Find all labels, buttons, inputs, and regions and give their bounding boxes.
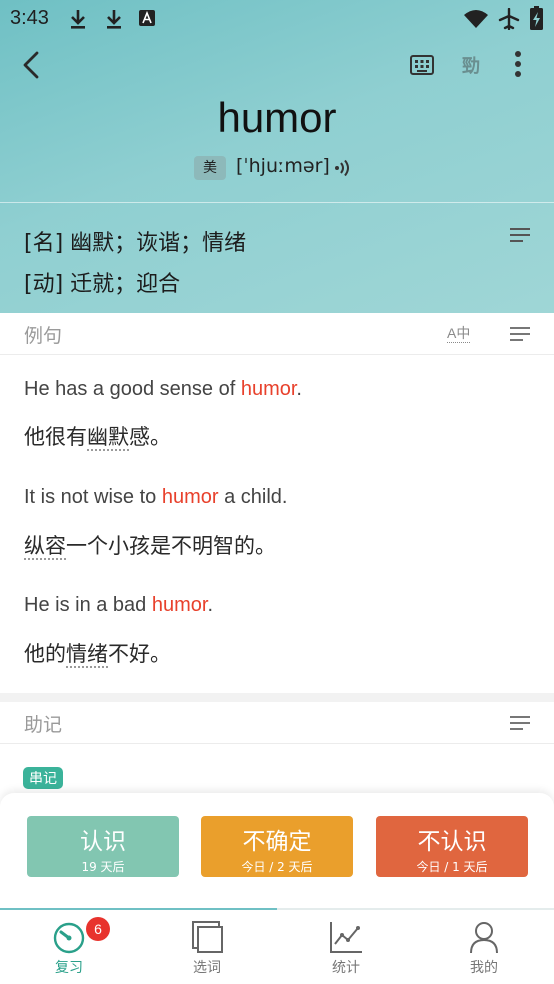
example-sentence-zh: 纵容一个小孩是不明智的。 — [24, 530, 276, 560]
nav-label-wordbook: 选词 — [193, 960, 221, 976]
nav-label-stats: 统计 — [332, 960, 360, 976]
examples-header: 例句 A中 — [0, 313, 554, 355]
keyboard-icon[interactable] — [410, 54, 434, 76]
know-button[interactable]: 认识 19 天后 — [27, 816, 179, 877]
unsure-button[interactable]: 不确定 今日 / 2 天后 — [201, 816, 353, 877]
wordbook-icon — [192, 921, 223, 953]
highlighted-word[interactable]: humor — [241, 378, 297, 400]
airplane-mode-icon — [498, 8, 520, 30]
unknown-label: 不认识 — [417, 829, 487, 855]
review-count-badge: 6 — [86, 917, 110, 941]
pronunciation-row[interactable]: 美 [ˈhjuːmər] — [0, 154, 554, 182]
nav-item-stats[interactable]: 统计 — [296, 920, 396, 977]
profile-icon — [470, 922, 498, 954]
sentence-text: . — [296, 378, 302, 400]
download-icon — [107, 10, 121, 29]
download-icon — [71, 10, 85, 29]
speaker-icon[interactable] — [334, 159, 352, 177]
know-label: 认识 — [80, 829, 126, 855]
phonetic-text: [ˈhjuːmər] — [236, 155, 330, 177]
wifi-icon — [464, 10, 488, 28]
translation-text: 感。 — [129, 425, 171, 449]
more-options-icon[interactable] — [512, 50, 524, 80]
word-mode-icon[interactable]: 勁 — [462, 53, 486, 77]
mnemonic-header: 助记 — [0, 702, 554, 744]
region-badge: 美 — [194, 156, 226, 180]
sentence-text: He has a good sense of — [24, 378, 241, 400]
example-sentence-zh: 他很有幽默感。 — [24, 421, 171, 451]
definition-line: [名] 幽默；诙谐；情绪 — [24, 231, 247, 256]
translation-text: 一个小孩是不明智的。 — [66, 534, 276, 558]
marked-translation[interactable]: 幽默 — [87, 425, 129, 451]
definition-line: [动] 迁就；迎合 — [24, 272, 181, 297]
unknown-button[interactable]: 不认识 今日 / 1 天后 — [376, 816, 528, 877]
status-time: 3:43 — [10, 7, 49, 29]
status-bar: 3:43 — [0, 0, 554, 40]
translation-text: 不好。 — [108, 642, 171, 666]
know-schedule: 19 天后 — [81, 860, 125, 874]
nav-item-profile[interactable]: 我的 — [434, 920, 534, 977]
review-icon — [53, 922, 85, 954]
sentence-text: . — [207, 594, 214, 616]
translation-toggle-icon[interactable]: A中 — [447, 324, 471, 343]
marked-translation[interactable]: 纵容 — [24, 534, 66, 560]
nav-label-review: 复习 — [55, 960, 83, 976]
sentence-text: It is not wise to — [24, 486, 162, 508]
marked-translation[interactable]: 情绪 — [66, 642, 108, 668]
sentence-text: a child. — [218, 486, 288, 508]
nav-item-wordbook[interactable]: 选词 — [157, 920, 257, 977]
examples-menu-icon[interactable] — [510, 326, 530, 342]
mnemonic-menu-icon[interactable] — [510, 715, 530, 731]
section-separator — [0, 693, 554, 702]
unknown-schedule: 今日 / 1 天后 — [416, 860, 488, 874]
mnemonic-title: 助记 — [24, 714, 63, 736]
nav-active-indicator — [0, 908, 277, 910]
stats-icon — [330, 922, 362, 953]
word-header: 3:43 勁 humor 美 [ˈhjuːmər] [名] 幽默；诙谐；情绪 [… — [0, 0, 554, 313]
translation-text: 他很有 — [24, 425, 87, 449]
app-notification-icon — [139, 10, 155, 26]
svg-text:勁: 勁 — [462, 56, 480, 77]
unsure-label: 不确定 — [242, 829, 312, 855]
examples-title: 例句 — [24, 325, 63, 347]
headword: humor — [217, 94, 337, 141]
highlighted-word[interactable]: humor — [162, 486, 219, 508]
example-sentence-zh: 他的情绪不好。 — [24, 638, 171, 668]
example-sentence-en: He is in a bad humor. — [24, 594, 213, 617]
bottom-navigation: 复习 选词 统计 我的 — [0, 908, 554, 984]
answer-panel: 认识 19 天后 不确定 今日 / 2 天后 不认识 今日 / 1 天后 — [0, 793, 554, 908]
translation-text: 他的 — [24, 642, 66, 666]
header-divider — [0, 202, 554, 203]
mnemonic-tag[interactable]: 串记 — [23, 767, 63, 789]
nav-label-profile: 我的 — [470, 960, 498, 976]
back-arrow-icon[interactable] — [20, 50, 42, 80]
battery-charging-icon — [530, 6, 543, 30]
example-sentence-en: It is not wise to humor a child. — [24, 486, 287, 509]
definition-menu-icon[interactable] — [510, 227, 530, 243]
highlighted-word[interactable]: humor — [152, 594, 208, 616]
unsure-schedule: 今日 / 2 天后 — [241, 860, 313, 874]
sentence-text: He is in a bad — [24, 594, 152, 616]
example-sentence-en: He has a good sense of humor. — [24, 378, 302, 401]
